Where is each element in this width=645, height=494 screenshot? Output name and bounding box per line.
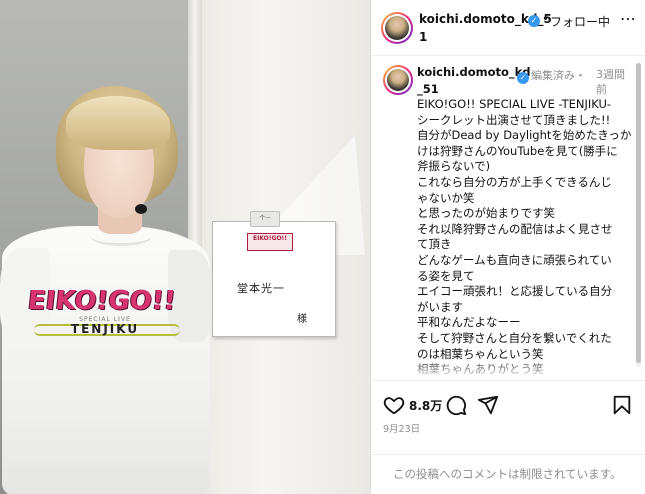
comment-icon[interactable] (445, 394, 467, 416)
verified-badge-icon: ✓ (517, 72, 529, 84)
shirt-logo-title: EIKO!GO!! (26, 286, 178, 316)
caption-line: と思ったのが始まりです笑 (417, 206, 555, 221)
caption-text: EIKO!GO!! SPECIAL LIVE -TENJIKU- シークレット出演… (417, 97, 637, 380)
header-separator-dot: • (542, 12, 550, 26)
caption-fade (371, 357, 645, 380)
caption-username-wrap[interactable]: _51 (417, 82, 439, 96)
caption-avatar[interactable] (383, 65, 413, 95)
caption-line: そして狩野さんと自分を繋いでくれた (417, 330, 612, 345)
caption-line: 自分がDead by Daylightを始めたきっか (417, 128, 632, 143)
like-count[interactable]: 8.8万 (409, 397, 442, 414)
caption-line: それ以降狩野さんの配信はよく見させ (417, 221, 613, 236)
caption-line: て頂き (417, 237, 452, 252)
nameplate-clip: 个ㅡ (250, 211, 280, 227)
tshirt-collar (90, 226, 152, 246)
nameplate-event-logo: EIKO!GO!! (247, 233, 293, 251)
nameplate-name: 堂本光一 (237, 282, 285, 295)
post-date: 9月23日 (383, 424, 421, 435)
header-avatar[interactable] (381, 12, 413, 44)
caption-line: がいます (417, 299, 463, 314)
caption-line: エイコー頑張れ！と応援している自分 (417, 284, 613, 299)
headset-mic (135, 204, 147, 214)
comments-restricted-notice: この投稿へのコメントは制限されています。 (393, 467, 622, 481)
dressing-room-nameplate: EIKO!GO!! 堂本光一 様 (212, 221, 336, 337)
caption-line: 平和なんだよなーー (417, 315, 521, 330)
post-header: koichi.domoto_kd_5 1 ✓ • フォロー中 ⋯ (371, 0, 645, 56)
caption-line: どんなゲームも直向きに頑張られてい (417, 252, 612, 267)
more-options-icon[interactable]: ⋯ (620, 9, 637, 28)
edited-label: 編集済み・ (531, 69, 586, 82)
share-icon[interactable] (477, 394, 499, 416)
caption-username[interactable]: koichi.domoto_kd (417, 65, 531, 79)
header-username-wrap[interactable]: 1 (419, 30, 427, 44)
avatar-photo (385, 16, 409, 40)
caption-line: ゃないか笑 (417, 190, 475, 205)
caption-line: EIKO!GO!! SPECIAL LIVE -TENJIKU- (417, 97, 612, 111)
caption-line: けは狩野さんのYouTubeを見て(勝手に (417, 143, 618, 158)
shirt-logo-sub: TENJIKU (70, 322, 140, 336)
caption-scrollbar[interactable] (636, 63, 641, 367)
post-relative-time: 3週間 前 (596, 68, 625, 96)
bookmark-icon[interactable] (611, 394, 633, 416)
comment-footer: この投稿へのコメントは制限されています。 (371, 454, 645, 494)
caption-area[interactable]: koichi.domoto_kd _51 ✓ 編集済み・ 3週間 前 EIKO!… (371, 57, 645, 380)
nameplate-honorific: 様 (297, 314, 307, 325)
caption-line: シークレット出演させて頂きました!! (417, 112, 611, 127)
following-button[interactable]: フォロー中 (550, 13, 610, 30)
caption-line: る姿を見て (417, 268, 475, 283)
post-side-panel: koichi.domoto_kd_5 1 ✓ • フォロー中 ⋯ koichi.… (370, 0, 645, 494)
heart-icon[interactable] (383, 394, 405, 416)
scrollbar-thumb[interactable] (636, 63, 641, 363)
caption-line: 斧振らないで) (417, 159, 491, 174)
post-photo[interactable]: EIKO!GO!! 堂本光一 様 个ㅡ EIKO!GO!! SPECIAL LI… (0, 0, 370, 494)
person-fringe (66, 96, 170, 150)
verified-badge-icon: ✓ (528, 15, 540, 27)
caption-line: これなら自分の方が上手くできるんじ (417, 174, 612, 189)
avatar-photo (387, 69, 409, 91)
